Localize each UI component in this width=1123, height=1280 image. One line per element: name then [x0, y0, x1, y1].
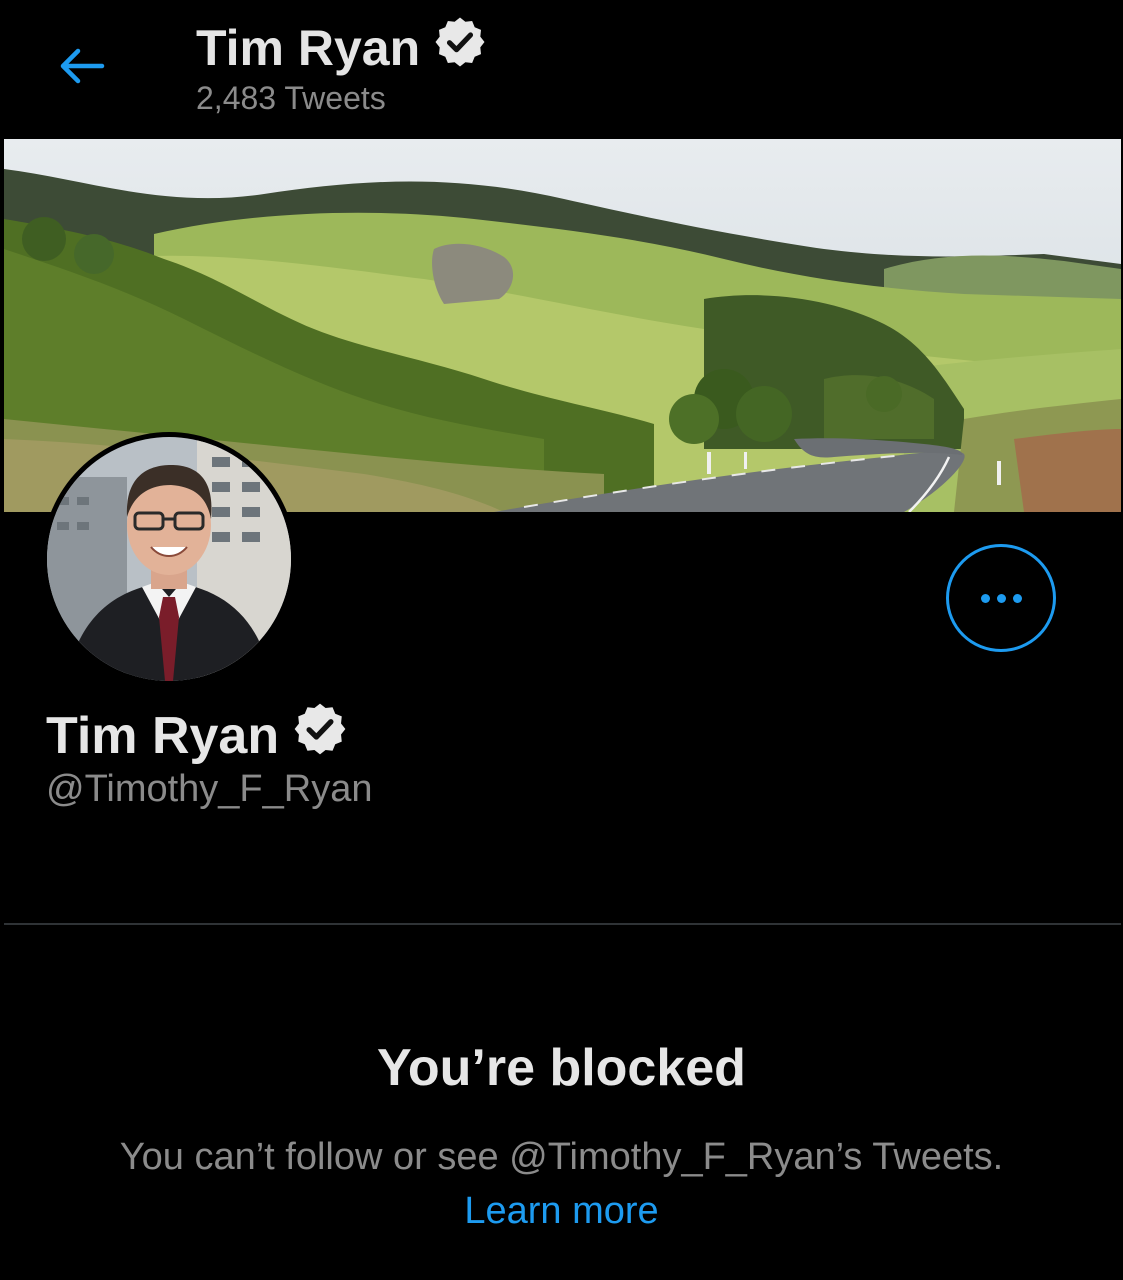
learn-more-row: Learn more: [0, 1190, 1123, 1233]
profile-handle: @Timothy_F_Ryan: [46, 768, 373, 810]
more-dot: [1012, 593, 1022, 603]
blocked-title: You’re blocked: [377, 1039, 746, 1097]
more-dot: [996, 593, 1006, 603]
header-title-row: Tim Ryan: [196, 14, 488, 82]
learn-more-link[interactable]: Learn more: [464, 1190, 658, 1232]
more-options-button[interactable]: [946, 544, 1056, 652]
arrow-left-icon: [60, 48, 105, 84]
more-horizontal-icon: [980, 593, 990, 603]
verified-badge-icon: [432, 14, 488, 82]
profile-name: Tim Ryan: [46, 706, 280, 765]
blocked-description: You can’t follow or see @Timothy_F_Ryan’…: [119, 1136, 1004, 1178]
profile-screen: Tim Ryan 2,483 Tweets Tim Ryan @Timothy_…: [0, 0, 1123, 1280]
header-title: Tim Ryan: [196, 20, 421, 76]
divider: [4, 923, 1121, 925]
verified-badge-icon: [291, 700, 349, 771]
profile-avatar[interactable]: [42, 432, 296, 686]
tweet-count: 2,483 Tweets: [196, 80, 386, 116]
profile-name-row: Tim Ryan: [46, 700, 349, 771]
back-button[interactable]: [52, 38, 112, 94]
top-bar: Tim Ryan 2,483 Tweets: [0, 0, 1123, 138]
